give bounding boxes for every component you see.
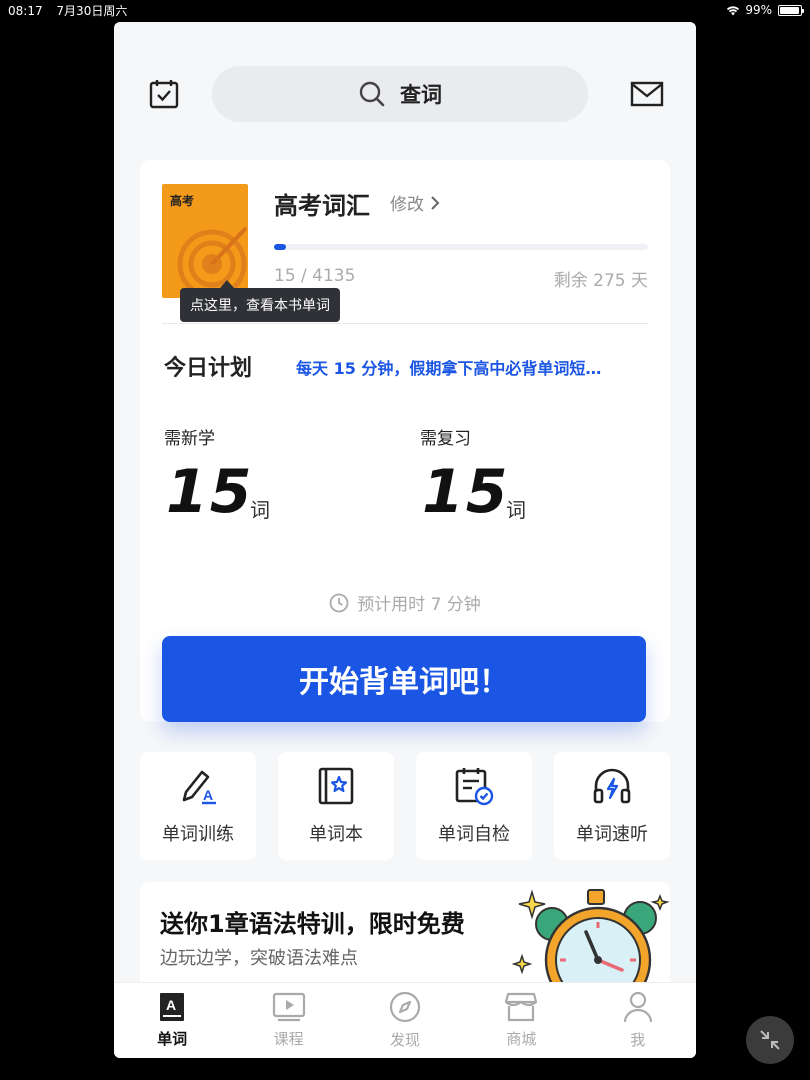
tab-store[interactable]: 商城 xyxy=(476,983,566,1058)
new-words-count: 15 xyxy=(166,457,254,527)
progress-fill xyxy=(274,244,286,250)
review-words-stat: 需复习 15 词 xyxy=(420,424,526,522)
status-bar: 08:17 7月30日周六 99% xyxy=(0,0,810,20)
book-cover[interactable]: 高考 xyxy=(162,184,248,298)
review-words-label: 需复习 xyxy=(420,429,471,449)
svg-text:A: A xyxy=(203,787,213,803)
headphones-icon xyxy=(593,768,631,804)
tab-me[interactable]: 我 xyxy=(593,983,683,1058)
status-time: 08:17 xyxy=(8,3,43,18)
search-label: 查词 xyxy=(400,83,442,107)
divider xyxy=(162,323,648,324)
tab-words[interactable]: A 单词 xyxy=(127,983,217,1058)
app-window: 查词 高考 点这里，查看本书单词 高考词汇 修改 15 / 4135 剩余 27… xyxy=(114,22,696,1058)
promo-title: 送你1章语法特训，限时免费 xyxy=(160,910,465,938)
time-estimate-text: 预计用时 7 分钟 xyxy=(357,595,481,615)
review-words-unit: 词 xyxy=(506,498,526,522)
search-bar[interactable]: 查词 xyxy=(212,66,588,122)
collapse-arrows-icon xyxy=(760,1030,780,1050)
tool-label: 单词自检 xyxy=(438,824,510,845)
chevron-right-icon xyxy=(431,195,440,210)
tool-label: 单词本 xyxy=(309,824,363,845)
book-title: 高考词汇 xyxy=(274,192,370,220)
clock-icon xyxy=(329,593,349,612)
tool-quick-listen[interactable]: 单词速听 xyxy=(554,752,670,860)
tab-label: 发现 xyxy=(389,1031,420,1049)
tab-courses[interactable]: 课程 xyxy=(244,983,334,1058)
store-icon xyxy=(505,992,538,1022)
calendar-check-icon[interactable] xyxy=(148,78,180,110)
days-remaining: 剩余 275 天 xyxy=(553,271,648,291)
tool-word-training[interactable]: A 单词训练 xyxy=(140,752,256,860)
edit-book-button[interactable]: 修改 xyxy=(390,190,440,215)
svg-text:A: A xyxy=(166,997,176,1013)
star-book-icon xyxy=(318,767,354,805)
review-words-count: 15 xyxy=(422,457,510,527)
exit-fullscreen-button[interactable] xyxy=(746,1016,794,1064)
tab-discover[interactable]: 发现 xyxy=(360,983,450,1058)
battery-percent: 99% xyxy=(745,3,772,17)
today-plan-label: 今日计划 xyxy=(164,356,253,381)
progress-count: 15 / 4135 xyxy=(274,266,356,286)
person-icon xyxy=(623,991,652,1023)
book-cover-tag: 高考 xyxy=(170,194,195,208)
book-tooltip[interactable]: 点这里，查看本书单词 xyxy=(180,280,340,322)
video-icon xyxy=(272,992,305,1022)
new-words-stat: 需新学 15 词 xyxy=(164,424,270,522)
word-book-icon: A xyxy=(160,993,185,1021)
tab-label: 单词 xyxy=(157,1030,188,1048)
wifi-icon xyxy=(727,6,740,16)
pen-a-icon: A xyxy=(182,770,216,805)
target-icon xyxy=(177,226,248,298)
study-plan-card: 高考 点这里，查看本书单词 高考词汇 修改 15 / 4135 剩余 275 天… xyxy=(140,160,670,722)
calendar-check-icon xyxy=(455,768,494,806)
new-words-label: 需新学 xyxy=(164,429,215,449)
time-estimate: 预计用时 7 分钟 xyxy=(140,590,670,615)
status-date: 7月30日周六 xyxy=(56,3,128,18)
tool-word-book[interactable]: 单词本 xyxy=(278,752,394,860)
tab-label: 商城 xyxy=(506,1030,537,1048)
tools-row: A 单词训练 单词本 单词自检 单词速听 xyxy=(140,752,670,860)
search-icon xyxy=(359,81,385,107)
tool-label: 单词速听 xyxy=(576,824,648,845)
mail-icon[interactable] xyxy=(630,80,664,108)
plan-description-link[interactable]: 每天 15 分钟，假期拿下高中必背单词短… xyxy=(296,355,648,379)
tool-label: 单词训练 xyxy=(162,824,234,845)
bottom-tab-bar: A 单词 课程 发现 商城 我 xyxy=(114,982,696,1058)
tool-self-check[interactable]: 单词自检 xyxy=(416,752,532,860)
compass-icon xyxy=(389,991,421,1023)
battery-icon xyxy=(778,4,804,16)
new-words-unit: 词 xyxy=(250,498,270,522)
tab-label: 我 xyxy=(630,1031,646,1049)
top-bar: 查词 xyxy=(114,66,696,122)
tab-label: 课程 xyxy=(273,1030,304,1048)
promo-subtitle: 边玩边学，突破语法难点 xyxy=(160,948,358,969)
edit-label: 修改 xyxy=(390,195,424,215)
book-progress-bar xyxy=(274,244,648,250)
start-study-button[interactable]: 开始背单词吧！ xyxy=(162,636,646,722)
